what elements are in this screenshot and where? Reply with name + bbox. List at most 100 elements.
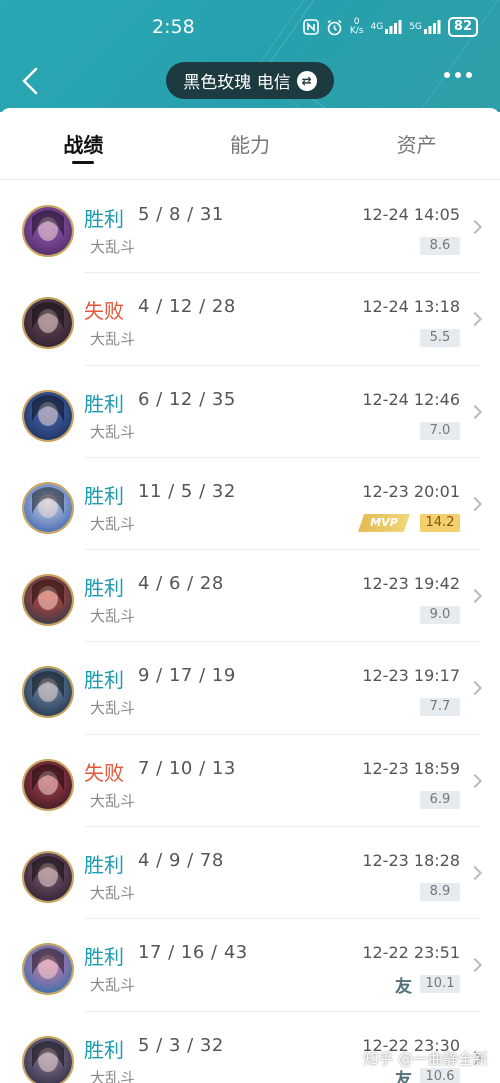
match-score: 6.9 (420, 790, 460, 809)
match-result: 胜利 (84, 1037, 124, 1062)
match-result: 胜利 (84, 207, 124, 231)
chevron-right-icon (467, 866, 483, 881)
battery-icon: 82 (447, 17, 478, 37)
match-row[interactable]: 胜利 5 / 8 / 31 大乱斗 12-24 14:05 8.6 (0, 181, 500, 274)
match-mode: 大乱斗 (90, 699, 136, 718)
status-bar: 2:58 0 K/s 4G 5G 82 (0, 0, 500, 54)
match-score: 7.0 (420, 421, 460, 440)
match-time: 12-23 18:28 (362, 851, 460, 871)
match-time: 12-23 19:42 (362, 574, 460, 594)
match-mode: 大乱斗 (90, 238, 136, 256)
alarm-icon (326, 19, 343, 36)
mvp-badge: MVP (358, 513, 410, 532)
tab-assets[interactable]: 资产 (333, 108, 500, 179)
champion-avatar (22, 574, 74, 627)
match-time: 12-22 23:51 (362, 943, 460, 963)
champion-avatar (22, 1035, 74, 1083)
champion-avatar (22, 851, 74, 904)
match-kda: 5 / 8 / 31 (138, 204, 224, 225)
signal-4g-icon: 4G (371, 20, 403, 34)
match-row[interactable]: 胜利 17 / 16 / 43 大乱斗 12-22 23:51 10.1 友 (0, 919, 500, 1012)
match-kda: 4 / 12 / 28 (138, 296, 236, 318)
champion-avatar (22, 481, 74, 534)
match-result: 失败 (84, 299, 124, 324)
match-row[interactable]: 胜利 6 / 12 / 35 大乱斗 12-24 12:46 7.0 (0, 366, 500, 459)
chevron-right-icon (467, 496, 483, 511)
chevron-right-icon (467, 958, 483, 973)
signal-5g-icon: 5G (409, 20, 441, 34)
match-mode: 大乱斗 (90, 884, 136, 903)
match-mode: 大乱斗 (90, 791, 136, 810)
match-score: 10.6 (420, 1067, 460, 1083)
more-dots-icon (444, 72, 450, 78)
match-kda: 5 / 3 / 32 (138, 1034, 224, 1056)
match-list: 胜利 5 / 8 / 31 大乱斗 12-24 14:05 8.6 失败 4 /… (0, 181, 500, 1083)
chevron-left-icon (22, 67, 38, 95)
champion-avatar (22, 297, 74, 350)
account-switcher[interactable]: 黑色玫瑰 电信 ⇄ (166, 62, 334, 99)
match-time: 12-24 12:46 (362, 389, 460, 409)
match-kda: 6 / 12 / 35 (138, 388, 236, 410)
champion-avatar (22, 205, 74, 257)
match-mode: 大乱斗 (90, 607, 136, 626)
back-button[interactable] (18, 66, 44, 96)
friend-badge: 友 (395, 977, 412, 998)
nfc-icon (303, 19, 319, 35)
match-kda: 4 / 6 / 28 (138, 573, 224, 595)
match-kda: 17 / 16 / 43 (138, 942, 248, 964)
match-kda: 7 / 10 / 13 (138, 757, 236, 779)
net-speed: 0 K/s (349, 17, 364, 36)
tab-ability[interactable]: 能力 (167, 108, 334, 179)
match-score: 8.9 (420, 883, 460, 902)
match-result: 胜利 (84, 483, 124, 508)
match-row[interactable]: 胜利 4 / 9 / 78 大乱斗 12-23 18:28 8.9 (0, 827, 500, 920)
account-title: 黑色玫瑰 电信 (183, 73, 291, 93)
chevron-right-icon (467, 773, 483, 788)
more-dots-icon (455, 72, 461, 78)
chevron-right-icon (467, 404, 483, 419)
chevron-right-icon (467, 681, 483, 696)
match-mode: 大乱斗 (90, 422, 136, 441)
chevron-right-icon (467, 219, 483, 235)
match-result: 胜利 (84, 391, 124, 416)
match-mode: 大乱斗 (90, 514, 136, 533)
status-icons: 0 K/s 4G 5G 82 (303, 16, 478, 38)
match-score: 9.0 (420, 606, 460, 625)
more-button[interactable] (444, 72, 472, 78)
match-result: 失败 (84, 760, 124, 785)
app-header: 2:58 0 K/s 4G 5G 82 黑色玫瑰 电信 ⇄ (0, 0, 500, 112)
match-result: 胜利 (84, 576, 124, 601)
status-time: 2:58 (152, 16, 195, 38)
match-mode: 大乱斗 (90, 976, 136, 995)
match-row[interactable]: 胜利 4 / 6 / 28 大乱斗 12-23 19:42 9.0 (0, 550, 500, 643)
chevron-right-icon (467, 589, 483, 604)
champion-avatar (22, 389, 74, 442)
tab-bar: 战绩 能力 资产 (0, 108, 500, 180)
match-result: 胜利 (84, 853, 124, 878)
match-row[interactable]: 胜利 11 / 5 / 32 大乱斗 12-23 20:01 14.2 MVP (0, 458, 500, 551)
match-kda: 11 / 5 / 32 (138, 480, 236, 502)
champion-avatar (22, 758, 74, 811)
match-time: 12-23 18:59 (362, 758, 460, 778)
chevron-right-icon (467, 312, 483, 327)
match-row[interactable]: 胜利 9 / 17 / 19 大乱斗 12-23 19:17 7.7 (0, 642, 500, 736)
signal-4g-label: 4G (370, 22, 384, 32)
match-score: 14.2 (420, 513, 460, 532)
match-row[interactable]: 失败 7 / 10 / 13 大乱斗 12-23 18:59 6.9 (0, 735, 500, 828)
watermark: 知乎 @一曲静全新 (363, 1050, 488, 1068)
match-mode: 大乱斗 (90, 330, 136, 349)
match-score: 5.5 (420, 329, 460, 348)
more-dots-icon (466, 72, 472, 78)
match-kda: 9 / 17 / 19 (138, 665, 236, 687)
match-kda: 4 / 9 / 78 (138, 850, 224, 872)
match-score: 8.6 (420, 237, 460, 255)
match-score: 7.7 (420, 698, 460, 717)
match-time: 12-24 14:05 (362, 205, 460, 224)
match-result: 胜利 (84, 945, 124, 970)
match-row[interactable]: 失败 4 / 12 / 28 大乱斗 12-24 13:18 5.5 (0, 273, 500, 366)
match-time: 12-24 13:18 (362, 297, 460, 317)
signal-5g-label: 5G (409, 22, 422, 32)
match-score: 10.1 (420, 975, 460, 994)
match-mode: 大乱斗 (90, 1068, 136, 1083)
tab-record[interactable]: 战绩 (0, 108, 167, 179)
